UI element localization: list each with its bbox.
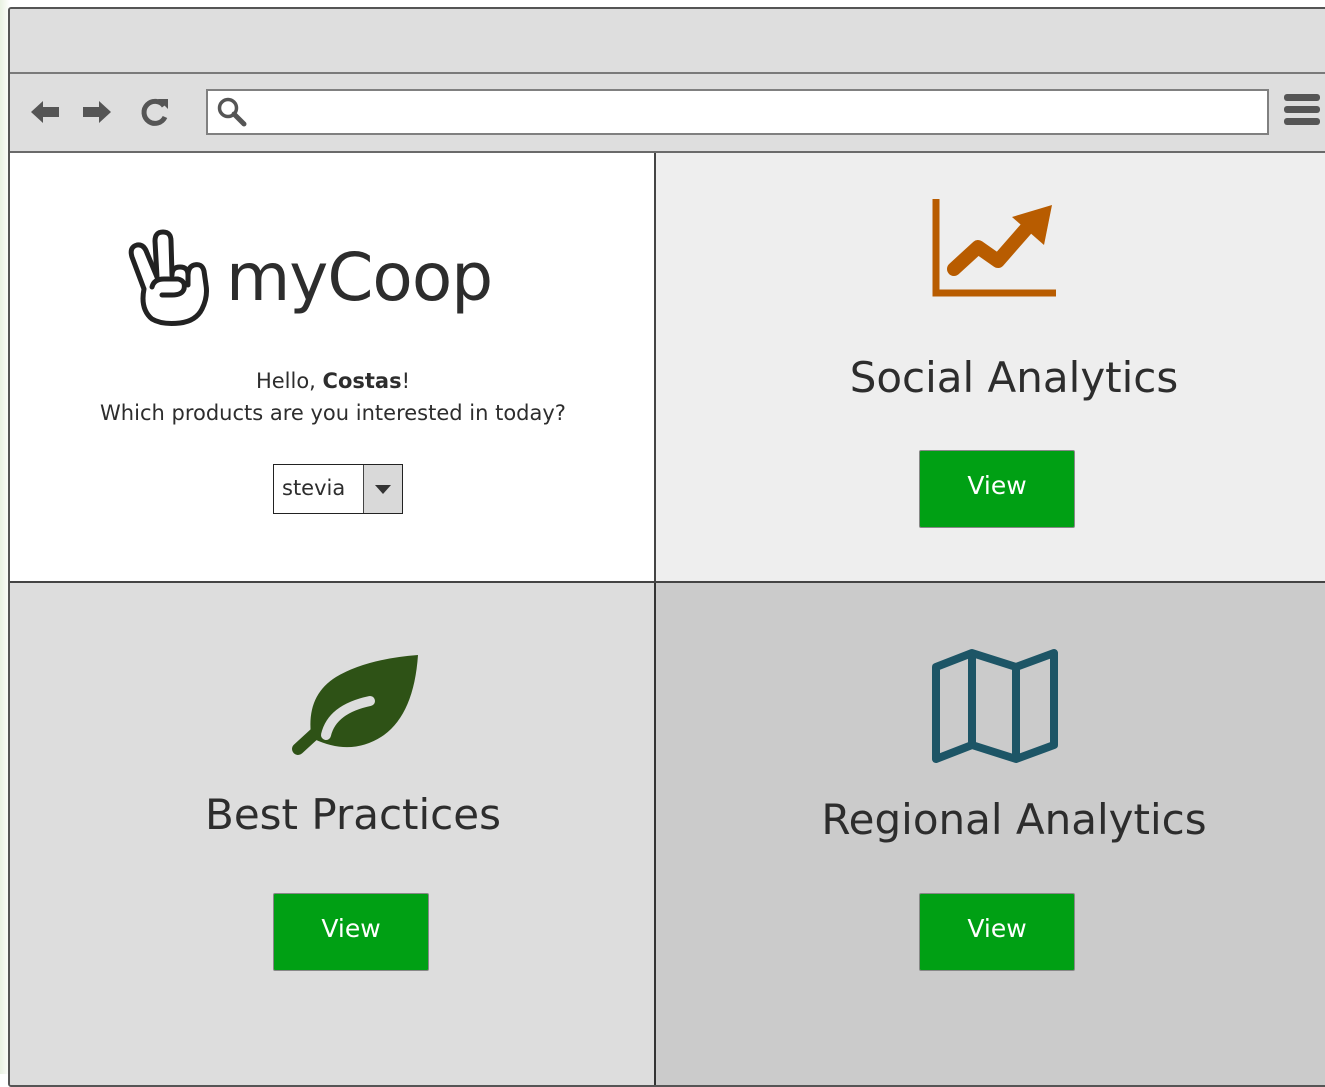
greeting-text: Hello, Costas! Which products are you in… bbox=[10, 365, 656, 429]
browser-toolbar bbox=[10, 74, 1325, 153]
dashboard-content: myCoop Hello, Costas! Which products are… bbox=[10, 153, 1325, 1085]
regional-analytics-view-button[interactable]: View bbox=[919, 893, 1075, 971]
regional-analytics-panel: Regional Analytics View bbox=[656, 583, 1325, 1085]
search-icon bbox=[217, 97, 247, 127]
social-analytics-view-button[interactable]: View bbox=[919, 450, 1075, 528]
line-chart-icon bbox=[932, 199, 1056, 297]
regional-analytics-title: Regional Analytics bbox=[821, 795, 1207, 844]
product-dropdown-value: stevia bbox=[282, 476, 346, 500]
browser-titlebar bbox=[10, 9, 1325, 74]
social-analytics-panel: Social Analytics View bbox=[656, 153, 1325, 583]
best-practices-panel: Best Practices View bbox=[10, 583, 656, 1085]
welcome-panel: myCoop Hello, Costas! Which products are… bbox=[10, 153, 656, 583]
address-bar[interactable] bbox=[206, 89, 1269, 135]
browser-window: myCoop Hello, Costas! Which products are… bbox=[8, 7, 1325, 1087]
forward-arrow-icon[interactable] bbox=[80, 95, 114, 129]
reload-icon[interactable] bbox=[138, 95, 172, 129]
greeting-suffix: ! bbox=[401, 369, 411, 393]
address-input[interactable] bbox=[254, 95, 1258, 131]
leaf-icon bbox=[292, 655, 418, 755]
back-arrow-icon[interactable] bbox=[28, 95, 62, 129]
user-name: Costas bbox=[322, 369, 402, 393]
best-practices-view-button[interactable]: View bbox=[273, 893, 429, 971]
best-practices-title: Best Practices bbox=[205, 790, 501, 839]
product-dropdown[interactable]: stevia bbox=[273, 464, 403, 514]
app-logo: myCoop bbox=[122, 227, 493, 327]
product-question: Which products are you interested in tod… bbox=[100, 401, 566, 425]
menu-icon[interactable] bbox=[1284, 94, 1324, 132]
map-icon bbox=[932, 649, 1058, 763]
chevron-down-icon[interactable] bbox=[363, 465, 402, 513]
greeting-prefix: Hello, bbox=[255, 369, 323, 393]
app-title: myCoop bbox=[226, 238, 493, 316]
peace-hand-icon bbox=[128, 229, 209, 326]
social-analytics-title: Social Analytics bbox=[849, 353, 1179, 402]
